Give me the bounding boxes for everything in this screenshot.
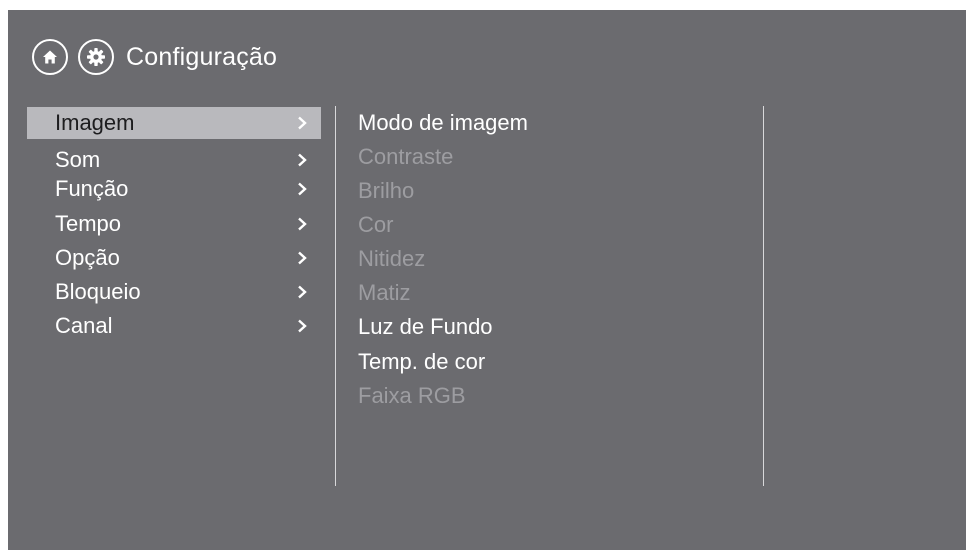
chevron-right-icon <box>298 116 307 130</box>
submenu-item-nitidez: Nitidez <box>358 246 426 271</box>
menu-item-imagem[interactable]: Imagem <box>27 107 321 139</box>
submenu-item-brilho: Brilho <box>358 178 415 203</box>
chevron-right-icon <box>298 217 307 231</box>
menu-item-label: Tempo <box>55 211 122 236</box>
menu-item-label: Bloqueio <box>55 279 141 304</box>
menu-item-label: Som <box>55 147 101 172</box>
menu-item-opcao[interactable]: Opção <box>27 242 321 274</box>
menu-item-label: Função <box>55 176 129 201</box>
header: Configuração <box>32 37 277 77</box>
submenu-item-faixa-rgb: Faixa RGB <box>358 383 466 408</box>
chevron-right-icon <box>298 153 307 167</box>
settings-screen: Configuração Imagem Som Função Tempo Opç… <box>8 10 966 550</box>
menu-item-label: Opção <box>55 245 120 270</box>
left-column-divider <box>335 106 336 486</box>
submenu-item-cor: Cor <box>358 212 394 237</box>
settings-button[interactable] <box>78 39 114 75</box>
submenu-item-luz-de-fundo[interactable]: Luz de Fundo <box>358 311 493 343</box>
menu-item-label: Canal <box>55 313 113 338</box>
chevron-right-icon <box>298 182 307 196</box>
menu-item-som[interactable]: Som <box>27 144 321 176</box>
chevron-right-icon <box>298 251 307 265</box>
submenu-item-contraste: Contraste <box>358 144 454 169</box>
chevron-right-icon <box>298 285 307 299</box>
page-title: Configuração <box>126 42 278 71</box>
submenu-item-temp-de-cor[interactable]: Temp. de cor <box>358 346 485 378</box>
menu-item-label: Imagem <box>55 110 135 135</box>
submenu-item-matiz: Matiz <box>358 280 411 305</box>
submenu-item-modo-de-imagem[interactable]: Modo de imagem <box>358 107 528 139</box>
menu-item-funcao[interactable]: Função <box>27 173 321 205</box>
menu-item-canal[interactable]: Canal <box>27 310 321 342</box>
chevron-right-icon <box>298 319 307 333</box>
home-button[interactable] <box>32 39 68 75</box>
menu-item-tempo[interactable]: Tempo <box>27 208 321 240</box>
home-icon <box>43 50 57 64</box>
menu-item-bloqueio[interactable]: Bloqueio <box>27 276 321 308</box>
gear-icon <box>87 48 105 66</box>
right-column-divider <box>763 106 764 486</box>
